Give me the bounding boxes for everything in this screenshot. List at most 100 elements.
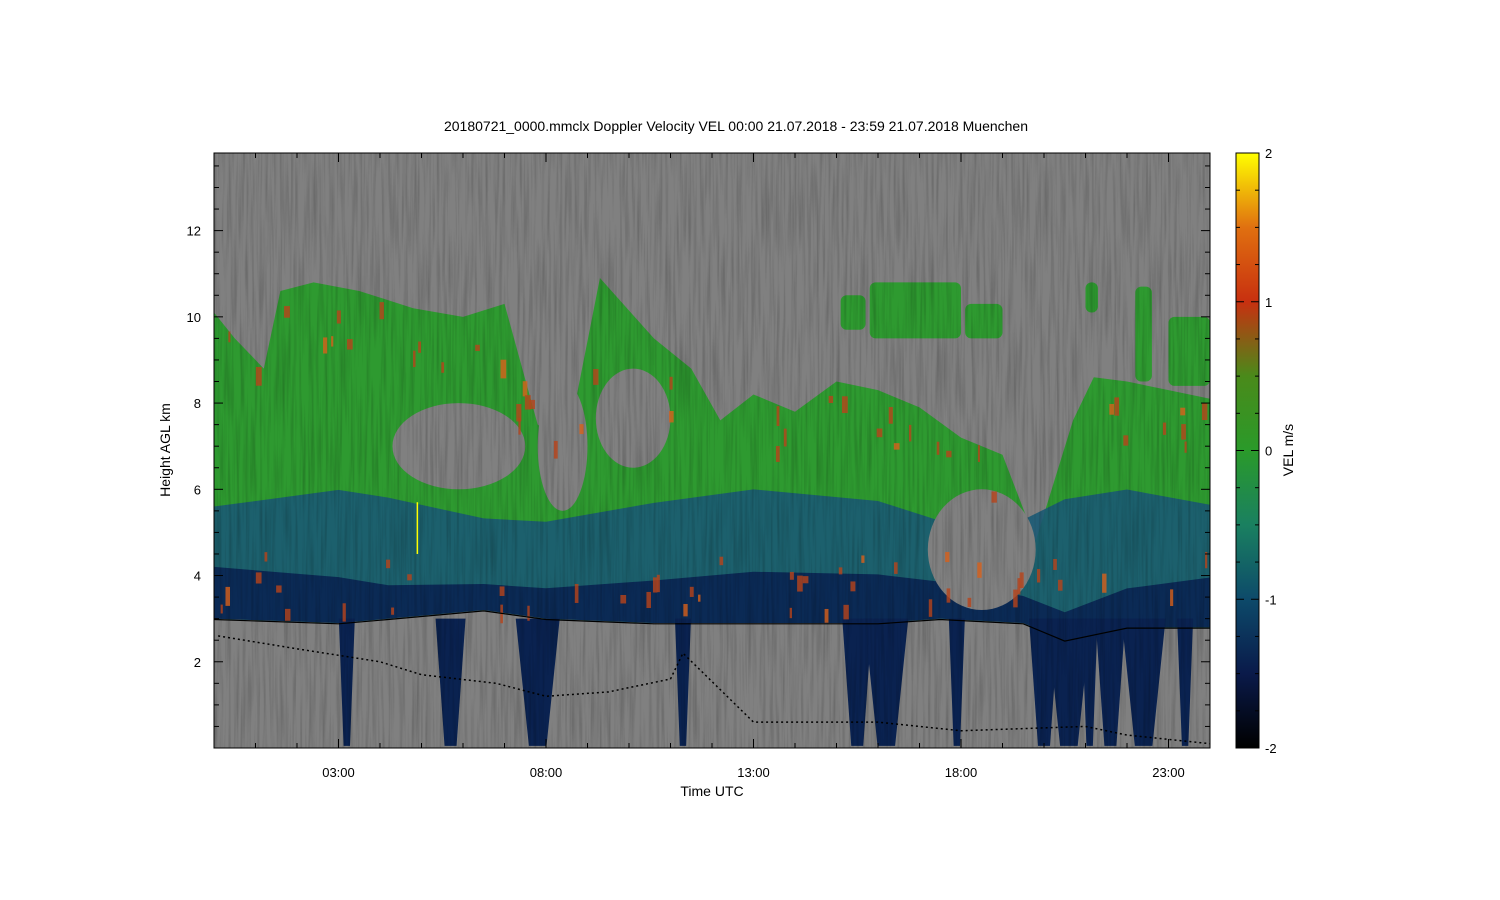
velocity-speckle (518, 417, 521, 435)
velocity-speckle (1036, 569, 1041, 583)
velocity-speckle (789, 607, 792, 619)
velocity-speckle (928, 599, 933, 617)
velocity-speckle (1181, 424, 1186, 440)
velocity-speckle (228, 331, 231, 343)
y-tick-label: 4 (194, 569, 201, 584)
velocity-speckle (255, 366, 262, 386)
y-axis-label: Height AGL km (157, 403, 173, 497)
velocity-speckle (893, 443, 900, 450)
velocity-speckle (1201, 403, 1208, 421)
velocity-speckle (1019, 572, 1024, 588)
velocity-speckle (797, 575, 803, 592)
velocity-speckle (379, 302, 384, 320)
colorbar-tick-label: -2 (1265, 741, 1277, 756)
velocity-speckle (946, 588, 951, 603)
velocity-speckle (1162, 422, 1167, 435)
velocity-speckle (936, 441, 940, 455)
x-tick-label: 23:00 (1152, 765, 1185, 780)
velocity-speckle (499, 586, 505, 596)
velocity-speckle (894, 562, 898, 574)
y-tick-label: 8 (194, 396, 201, 411)
velocity-speckle (646, 591, 651, 609)
velocity-speckle (276, 585, 282, 593)
velocity-speckle (342, 603, 346, 622)
chart-title: 20180721_0000.mmclx Doppler Velocity VEL… (444, 118, 1028, 134)
x-tick-label: 18:00 (945, 765, 978, 780)
velocity-speckle (1102, 573, 1107, 593)
y-tick-label: 12 (187, 224, 201, 239)
velocity-speckle (1053, 558, 1057, 570)
velocity-speckle (1180, 407, 1186, 416)
velocity-speckle (220, 604, 223, 614)
velocity-speckle (336, 310, 341, 324)
x-tick-label: 03:00 (322, 765, 355, 780)
colorbar-tick-label: 1 (1265, 295, 1272, 310)
velocity-speckle (323, 337, 328, 354)
velocity-speckle (391, 607, 395, 615)
velocity-speckle (861, 555, 865, 563)
velocity-speckle (683, 603, 688, 617)
velocity-speckle (524, 395, 531, 410)
colorbar-tick-label: -1 (1265, 592, 1277, 607)
colorbar-tick-label: 0 (1265, 444, 1272, 459)
y-tick-label: 10 (187, 310, 201, 325)
velocity-speckle (977, 445, 980, 462)
x-tick-label: 13:00 (737, 765, 770, 780)
velocity-speckle (945, 551, 950, 563)
velocity-speckle (838, 567, 843, 575)
velocity-speckle (284, 306, 290, 318)
velocity-speckle (802, 576, 809, 584)
velocity-speckle (593, 369, 599, 385)
velocity-speckle (946, 450, 952, 458)
velocity-speckle (346, 339, 353, 350)
y-tick-label: 2 (194, 655, 201, 670)
velocity-speckle (331, 336, 334, 347)
velocity-speckle (888, 407, 893, 424)
velocity-speckle (783, 428, 787, 447)
velocity-speckle (1184, 441, 1187, 453)
velocity-speckle (284, 608, 291, 621)
velocity-speckle (850, 581, 856, 592)
velocity-speckle (689, 586, 694, 597)
velocity-speckle (264, 552, 268, 562)
velocity-speckle (255, 572, 262, 584)
velocity-speckle (843, 604, 849, 620)
velocity-speckle (824, 608, 829, 623)
velocity-speckle (574, 583, 579, 603)
velocity-speckle (841, 396, 848, 414)
x-tick-label: 08:00 (530, 765, 563, 780)
velocity-speckle (579, 424, 584, 435)
velocity-speckle (876, 428, 883, 438)
velocity-speckle (977, 562, 982, 578)
velocity-speckle (719, 556, 724, 566)
velocity-speckle (967, 597, 972, 608)
x-axis-label: Time UTC (680, 783, 743, 799)
colorbar-label: VEL m/s (1280, 424, 1296, 476)
velocity-speckle (1114, 397, 1120, 416)
velocity-speckle (1170, 589, 1174, 607)
colorbar-tick-label: 2 (1265, 146, 1272, 161)
velocity-speckle (991, 491, 997, 503)
velocity-speckle (620, 595, 627, 604)
velocity-speckle (1013, 589, 1018, 608)
plot-area (213, 152, 1211, 749)
y-tick-label: 6 (194, 482, 201, 497)
velocity-speckle (500, 359, 507, 379)
velocity-speckle (652, 577, 658, 593)
velocity-speckle (698, 594, 701, 602)
velocity-speckle (527, 605, 530, 621)
velocity-speckle (413, 350, 416, 368)
velocity-speckle (669, 410, 674, 423)
velocity-speckle (386, 559, 391, 569)
velocity-speckle (418, 341, 422, 353)
radar-chart: 20180721_0000.mmclx Doppler Velocity VEL… (157, 118, 1296, 799)
velocity-speckle (828, 395, 834, 404)
velocity-speckle (1109, 403, 1114, 415)
streak-texture (214, 153, 1210, 748)
velocity-speckle (475, 344, 480, 351)
velocity-speckle (225, 586, 231, 606)
velocity-speckle (789, 571, 794, 580)
velocity-speckle (669, 376, 673, 390)
velocity-speckle (553, 440, 558, 459)
velocity-speckle (407, 574, 412, 581)
